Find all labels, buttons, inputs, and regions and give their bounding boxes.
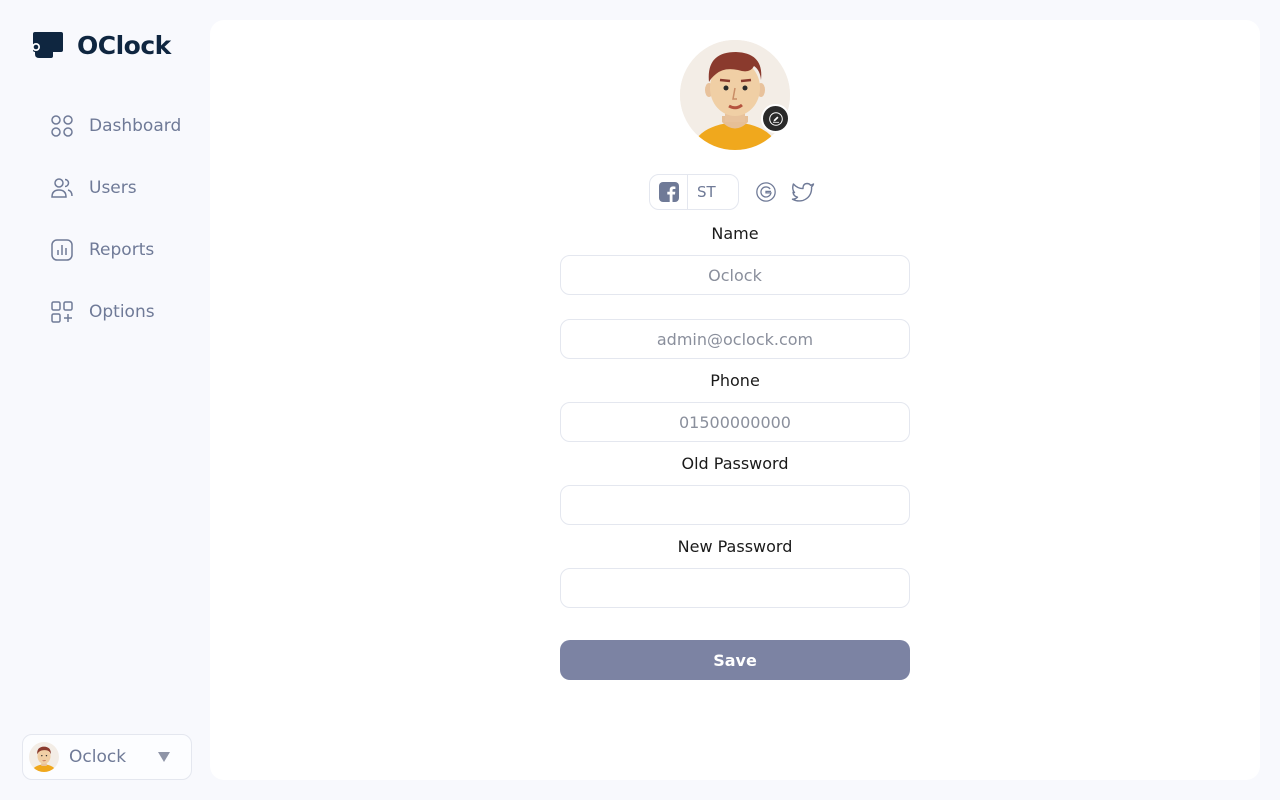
google-icon[interactable] — [755, 181, 777, 203]
facebook-button[interactable] — [650, 175, 688, 209]
sidebar-item-label: Users — [89, 178, 137, 198]
reports-icon — [51, 239, 73, 261]
profile-card: ST Name Phone Old Password New Password … — [210, 20, 1260, 780]
sidebar-item-reports[interactable]: Reports — [50, 230, 181, 270]
sidebar-item-options[interactable]: Options — [50, 292, 181, 332]
phone-label: Phone — [710, 371, 760, 390]
sidebar-item-label: Dashboard — [89, 116, 182, 136]
brand[interactable]: OClock — [29, 30, 171, 60]
user-menu[interactable]: Oclock — [22, 734, 192, 780]
chevron-down-icon — [158, 752, 170, 762]
email-input[interactable] — [560, 319, 910, 359]
edit-avatar-button[interactable] — [761, 104, 790, 133]
sidebar-item-dashboard[interactable]: Dashboard — [50, 106, 181, 146]
brand-name: OClock — [77, 30, 171, 60]
sidebar-nav: Dashboard Users Reports Options — [50, 106, 181, 354]
name-input[interactable] — [560, 255, 910, 295]
social-initials: ST — [697, 183, 716, 201]
pencil-icon — [768, 111, 783, 126]
users-icon — [51, 178, 73, 198]
avatar — [29, 742, 59, 772]
phone-input[interactable] — [560, 402, 910, 442]
new-password-label: New Password — [677, 537, 793, 556]
old-password-label: Old Password — [681, 454, 789, 473]
name-label: Name — [711, 224, 759, 243]
clock-logo-icon — [29, 32, 63, 58]
new-password-input[interactable] — [560, 568, 910, 608]
grid-icon — [51, 115, 73, 137]
user-name: Oclock — [69, 747, 127, 767]
sidebar-item-label: Reports — [89, 240, 155, 260]
twitter-icon[interactable] — [791, 181, 815, 203]
sidebar: OClock Dashboard Users Reports Options O… — [0, 0, 210, 800]
profile-avatar — [680, 40, 790, 150]
save-button[interactable]: Save — [560, 640, 910, 680]
old-password-input[interactable] — [560, 485, 910, 525]
sidebar-item-users[interactable]: Users — [50, 168, 181, 208]
social-links: ST — [649, 174, 815, 210]
facebook-icon — [658, 182, 679, 202]
facebook-connect: ST — [649, 174, 739, 210]
sidebar-item-label: Options — [89, 302, 155, 322]
options-icon — [51, 301, 73, 323]
